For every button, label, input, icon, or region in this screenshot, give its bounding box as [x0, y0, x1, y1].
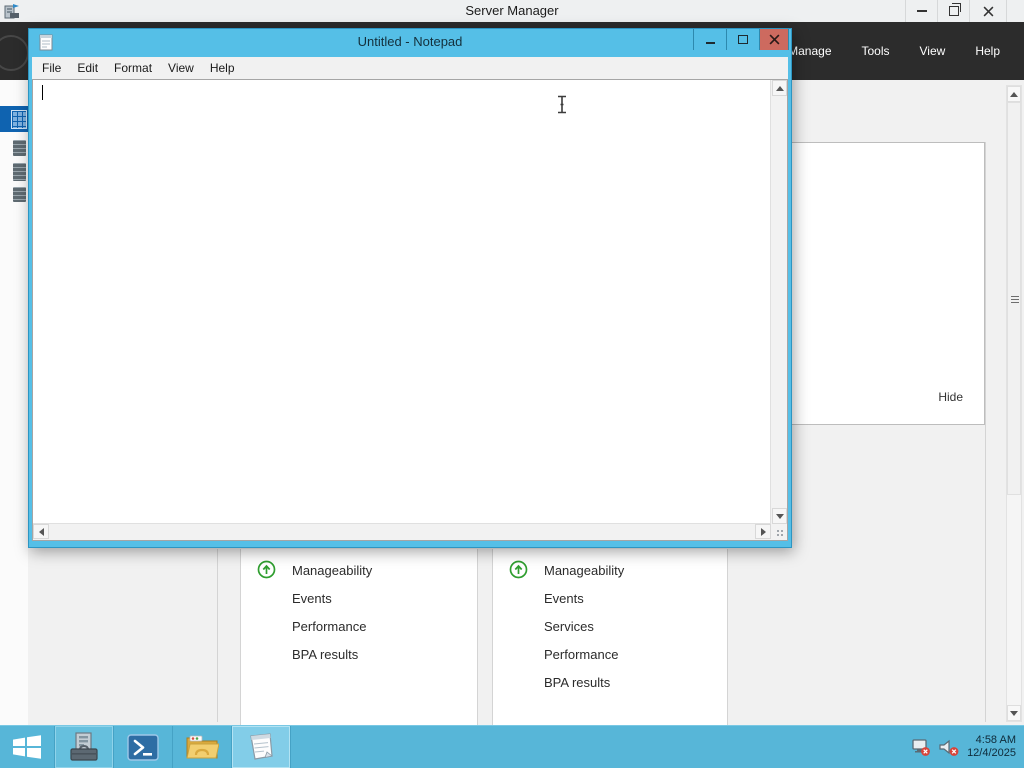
- scroll-down-button[interactable]: [1007, 705, 1021, 721]
- np-scroll-right-button[interactable]: [755, 524, 771, 539]
- np-scroll-up-button[interactable]: [772, 80, 787, 96]
- server-manager-icon: [70, 732, 98, 761]
- taskbar: 4:58 AM 12/4/2025: [0, 725, 1024, 768]
- sm-close-button[interactable]: [969, 0, 1007, 22]
- tile1-manageability-link[interactable]: Manageability: [292, 563, 372, 578]
- status-up-icon: [509, 560, 528, 579]
- arrow-right-icon: [760, 527, 766, 536]
- notepad-window-title: Untitled - Notepad: [357, 34, 463, 49]
- file-storage-icon[interactable]: [13, 187, 26, 202]
- thumb-grip-icon: [1011, 296, 1019, 303]
- minimize-icon: [916, 10, 927, 12]
- column-divider: [217, 549, 218, 722]
- tile2-services-link[interactable]: Services: [544, 619, 594, 634]
- sm-vertical-scrollbar[interactable]: [1006, 85, 1022, 722]
- welcome-panel: Hide: [788, 142, 985, 425]
- clock-time: 4:58 AM: [975, 734, 1016, 746]
- notepad-text-area[interactable]: [32, 79, 788, 541]
- tile1-performance-link[interactable]: Performance: [292, 619, 366, 634]
- server-manager-window-title: Server Manager: [465, 3, 559, 18]
- close-icon: [769, 34, 779, 45]
- np-scroll-left-button[interactable]: [33, 524, 49, 539]
- np-resize-grip[interactable]: [771, 524, 787, 540]
- desktop: Server Manager Manage Tools View Help Hi…: [0, 0, 1024, 768]
- taskbar-clock[interactable]: 4:58 AM 12/4/2025: [967, 734, 1016, 760]
- role-tile-1: Manageability Events Performance BPA res…: [240, 549, 478, 725]
- network-status-icon[interactable]: [911, 738, 931, 757]
- np-vertical-scrollbar[interactable]: [770, 80, 787, 524]
- clock-date: 12/4/2025: [967, 747, 1016, 759]
- arrow-left-icon: [38, 527, 44, 536]
- np-menu-view[interactable]: View: [160, 61, 202, 75]
- tile2-performance-link[interactable]: Performance: [544, 647, 618, 662]
- hide-button[interactable]: Hide: [938, 390, 963, 404]
- np-menu-file[interactable]: File: [34, 61, 69, 75]
- sm-menu-manage[interactable]: Manage: [788, 44, 831, 58]
- taskbar-server-manager-button[interactable]: [55, 726, 114, 768]
- notepad-titlebar[interactable]: Untitled - Notepad: [29, 29, 791, 57]
- np-menu-edit[interactable]: Edit: [69, 61, 106, 75]
- sm-menu-view[interactable]: View: [920, 44, 946, 58]
- restore-icon: [948, 3, 961, 16]
- status-up-icon: [257, 560, 276, 579]
- sm-navigation-sidebar: [0, 80, 28, 725]
- sm-nav-item-selected[interactable]: [0, 106, 28, 132]
- volume-muted-icon[interactable]: [938, 738, 960, 757]
- notepad-menubar: File Edit Format View Help: [32, 57, 788, 79]
- dashboard-icon: [11, 110, 27, 129]
- np-minimize-button[interactable]: [693, 29, 726, 50]
- windows-logo-icon: [13, 735, 41, 759]
- np-close-button[interactable]: [759, 29, 789, 50]
- arrow-up-icon: [1010, 91, 1018, 97]
- minimize-icon: [705, 41, 715, 44]
- scrollbar-thumb[interactable]: [1007, 102, 1021, 495]
- role-tile-2: Manageability Events Services Performanc…: [492, 549, 728, 725]
- np-menu-format[interactable]: Format: [106, 61, 160, 75]
- sm-menu-help[interactable]: Help: [975, 44, 1000, 58]
- server-manager-titlebar: Server Manager: [0, 0, 1024, 23]
- maximize-icon: [738, 35, 748, 44]
- arrow-down-icon: [1010, 710, 1018, 716]
- arrow-down-icon: [775, 513, 784, 519]
- powershell-icon: [127, 733, 159, 761]
- taskbar-notepad-button[interactable]: [232, 726, 291, 768]
- tile1-bpa-results-link[interactable]: BPA results: [292, 647, 358, 662]
- notepad-icon: [250, 733, 273, 760]
- tile1-events-link[interactable]: Events: [292, 591, 332, 606]
- taskbar-file-explorer-button[interactable]: [173, 726, 232, 768]
- taskbar-powershell-button[interactable]: [114, 726, 173, 768]
- arrow-up-icon: [775, 85, 784, 91]
- close-icon: [983, 6, 993, 16]
- sm-minimize-button[interactable]: [905, 0, 937, 22]
- content-right-divider: [985, 142, 986, 722]
- text-caret: [42, 85, 43, 100]
- np-scroll-down-button[interactable]: [772, 508, 787, 524]
- tile2-bpa-results-link[interactable]: BPA results: [544, 675, 610, 690]
- notepad-window: Untitled - Notepad File Edit Format View…: [28, 28, 792, 548]
- tile2-events-link[interactable]: Events: [544, 591, 584, 606]
- start-button[interactable]: [0, 726, 55, 768]
- servers-group-icon[interactable]: [13, 163, 26, 181]
- resize-grip-icon: [775, 528, 785, 538]
- np-maximize-button[interactable]: [726, 29, 759, 50]
- file-explorer-icon: [186, 735, 219, 759]
- np-menu-help[interactable]: Help: [202, 61, 243, 75]
- sm-restore-button[interactable]: [937, 0, 969, 22]
- server-icon[interactable]: [13, 140, 26, 156]
- scroll-up-button[interactable]: [1007, 86, 1021, 102]
- sm-menu-tools[interactable]: Tools: [862, 44, 890, 58]
- tile2-manageability-link[interactable]: Manageability: [544, 563, 624, 578]
- np-horizontal-scrollbar[interactable]: [33, 523, 771, 540]
- back-button[interactable]: [0, 35, 29, 71]
